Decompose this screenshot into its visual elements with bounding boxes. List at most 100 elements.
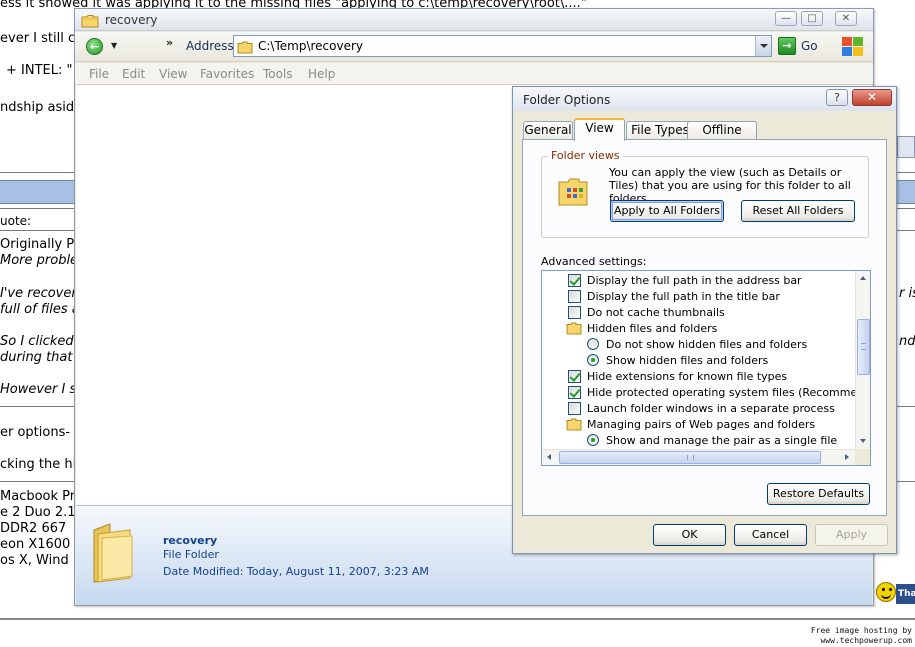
edit-post-icon[interactable]: [897, 136, 915, 158]
folder-views-legend: Folder views: [548, 149, 623, 162]
explorer-title-bar[interactable]: recovery — □ ✕: [75, 9, 873, 31]
setting-manage-pair-single-file[interactable]: Show and manage the pair as a single fil…: [542, 432, 855, 448]
thanks-label: Tha: [898, 589, 915, 599]
details-folder-name: recovery: [163, 534, 218, 547]
horizontal-scroll-thumb[interactable]: [559, 451, 821, 464]
setting-separate-process[interactable]: Launch folder windows in a separate proc…: [542, 400, 855, 416]
menu-file[interactable]: File: [89, 67, 109, 81]
back-dropdown-icon[interactable]: ▼: [111, 41, 117, 50]
forum-text-fragment: r is: [899, 286, 915, 301]
radio-button-selected[interactable]: [587, 354, 599, 366]
folder-views-icon: [557, 176, 589, 212]
thanks-button[interactable]: Tha: [896, 584, 915, 604]
menu-help[interactable]: Help: [308, 67, 335, 81]
setting-label: Hide protected operating system files (R…: [587, 386, 871, 399]
setting-label: Launch folder windows in a separate proc…: [587, 402, 835, 415]
setting-label: Do not show hidden files and folders: [606, 338, 808, 351]
vertical-scroll-thumb[interactable]: [857, 319, 870, 375]
smiley-icon[interactable]: [876, 582, 896, 602]
tab-view[interactable]: View: [574, 118, 625, 141]
checkbox[interactable]: [568, 306, 581, 319]
forum-text-line: er options-: [0, 425, 71, 440]
setting-label: Do not cache thumbnails: [587, 306, 725, 319]
address-label: Address: [186, 39, 234, 53]
help-button[interactable]: ?: [826, 89, 848, 106]
dialog-title-bar[interactable]: Folder Options ? ✕: [513, 87, 896, 111]
signature-line: Macbook Pr: [0, 489, 76, 504]
quote-line: More proble: [0, 253, 79, 268]
forum-text-line: cking the hi: [0, 457, 77, 472]
maximize-button[interactable]: □: [801, 11, 823, 26]
menu-edit[interactable]: Edit: [122, 67, 145, 81]
toolbar-chevron[interactable]: »: [166, 36, 173, 49]
image-host-credit: Free image hosting by www.techpowerup.co…: [811, 626, 912, 646]
checkbox-checked[interactable]: [568, 370, 581, 383]
restore-defaults-button[interactable]: Restore Defaults: [767, 483, 870, 505]
reset-all-folders-button[interactable]: Reset All Folders: [741, 200, 855, 222]
radio-button[interactable]: [587, 338, 599, 350]
setting-full-path-address-bar[interactable]: Display the full path in the address bar: [542, 272, 855, 288]
setting-do-not-cache-thumbnails[interactable]: Do not cache thumbnails: [542, 304, 855, 320]
radio-button-selected[interactable]: [587, 434, 599, 446]
setting-label: Show hidden files and folders: [606, 354, 769, 367]
forum-text-fragment: nd: [899, 334, 915, 349]
scroll-left-arrow-icon[interactable]: [542, 450, 557, 465]
setting-full-path-title-bar[interactable]: Display the full path in the title bar: [542, 288, 855, 304]
setting-group-hidden-files: Hidden files and folders: [542, 320, 855, 336]
close-button[interactable]: ✕: [835, 11, 857, 26]
setting-hide-protected-files[interactable]: Hide protected operating system files (R…: [542, 384, 870, 400]
explorer-title: recovery: [105, 13, 158, 27]
address-field[interactable]: C:\Temp\recovery: [233, 35, 772, 57]
menu-tools[interactable]: Tools: [263, 67, 293, 81]
vertical-scrollbar[interactable]: [855, 271, 870, 449]
checkbox[interactable]: [568, 290, 581, 303]
checkbox-checked[interactable]: [568, 274, 581, 287]
back-arrow-icon: ←: [89, 40, 100, 53]
help-icon: ?: [834, 91, 840, 104]
setting-do-not-show-hidden[interactable]: Do not show hidden files and folders: [542, 336, 855, 352]
setting-label: Managing pairs of Web pages and folders: [587, 418, 816, 431]
folder-icon: [237, 39, 253, 58]
checkbox[interactable]: [568, 402, 581, 415]
dialog-close-button[interactable]: ✕: [852, 89, 892, 106]
close-icon: ✕: [866, 90, 878, 104]
scroll-up-arrow-icon[interactable]: [856, 271, 870, 286]
scroll-down-arrow-icon[interactable]: [856, 434, 870, 449]
horizontal-scrollbar[interactable]: [542, 449, 855, 465]
forum-text-line: + INTEL: ": [6, 63, 73, 78]
setting-label: Hide extensions for known file types: [587, 370, 788, 383]
minimize-button[interactable]: —: [775, 11, 797, 26]
go-arrow-icon[interactable]: →: [778, 37, 796, 55]
ok-button[interactable]: OK: [653, 524, 726, 546]
menu-view[interactable]: View: [159, 67, 187, 81]
back-button[interactable]: ←: [86, 38, 103, 55]
setting-group-web-pairs: Managing pairs of Web pages and folders: [542, 416, 855, 432]
menu-bar: File Edit View Favorites Tools Help: [75, 63, 873, 85]
signature-line: e 2 Duo 2.16: [0, 505, 84, 520]
setting-label: Show and manage the pair as a single fil…: [606, 434, 838, 447]
setting-hide-extensions[interactable]: Hide extensions for known file types: [542, 368, 855, 384]
address-dropdown-button[interactable]: [755, 36, 771, 56]
advanced-settings-label: Advanced settings:: [541, 255, 647, 268]
checkbox-checked[interactable]: [568, 386, 581, 399]
go-button[interactable]: Go: [801, 39, 818, 53]
folder-views-group: Folder views You can apply the view (suc…: [541, 149, 869, 238]
apply-button[interactable]: Apply: [815, 524, 888, 546]
setting-show-hidden[interactable]: Show hidden files and folders: [542, 352, 855, 368]
forum-text-line: ndship aside: [0, 100, 83, 115]
apply-to-all-folders-button[interactable]: Apply to All Folders: [610, 200, 724, 222]
scrollbar-corner: [855, 449, 870, 465]
tab-offline-files[interactable]: Offline Files: [687, 121, 757, 153]
quote-label: uote:: [0, 214, 32, 228]
quote-line: I've recovere: [0, 286, 85, 301]
folder-icon: [81, 13, 99, 32]
tab-general[interactable]: General: [523, 121, 573, 139]
scroll-right-arrow-icon[interactable]: [839, 450, 854, 465]
tab-file-types[interactable]: File Types: [626, 121, 694, 139]
advanced-settings-list[interactable]: Display the full path in the address bar…: [541, 270, 871, 466]
cancel-button[interactable]: Cancel: [734, 524, 807, 546]
maximize-icon: □: [807, 13, 817, 24]
menu-favorites[interactable]: Favorites: [200, 67, 254, 81]
page-bottom-divider: [0, 618, 915, 620]
credit-line[interactable]: www.techpowerup.com: [811, 636, 912, 646]
